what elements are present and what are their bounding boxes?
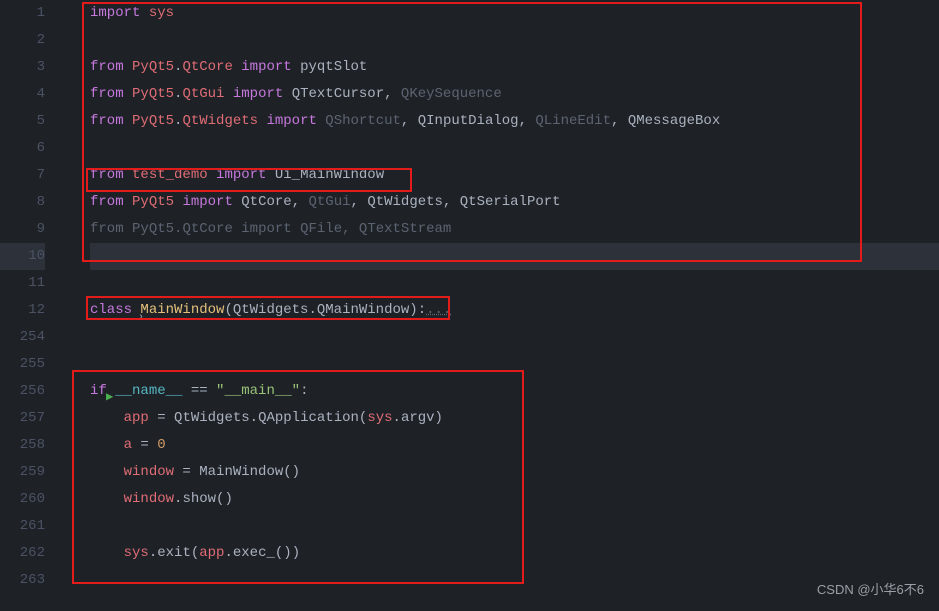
code-line: class MainWindow(QtWidgets.QMainWindow):… [90,297,939,324]
line-number: 9 [0,216,45,243]
line-number: 257 [0,405,45,432]
fold-ellipsis[interactable]: ... [426,302,451,318]
line-number: 261 [0,513,45,540]
watermark-text: CSDN @小华6不6 [817,576,924,603]
code-line [90,324,939,351]
code-line [90,351,939,378]
code-line: from test_demo import Ui_MainWindow [90,162,939,189]
line-number: 263 [0,567,45,594]
code-line [90,135,939,162]
line-number: 258 [0,432,45,459]
line-number: 262 [0,540,45,567]
code-editor[interactable]: 1 2 3 4 5 6 7 8 9 10 11 12 254 255 256 2… [0,0,939,611]
line-number: 4 [0,81,45,108]
line-number: 5 [0,108,45,135]
code-line: from PyQt5.QtCore import pyqtSlot [90,54,939,81]
line-number: 255 [0,351,45,378]
line-number: 7 [0,162,45,189]
code-area[interactable]: ▶ › import sys from PyQt5.QtCore import … [60,0,939,611]
code-line [90,513,939,540]
line-number: 1 [0,0,45,27]
code-line [90,270,939,297]
code-line-current [90,243,939,270]
line-number: 8 [0,189,45,216]
line-number: 12 [0,297,45,324]
code-line: app = QtWidgets.QApplication(sys.argv) [90,405,939,432]
code-line: from PyQt5.QtWidgets import QShortcut, Q… [90,108,939,135]
code-line: from PyQt5.QtGui import QTextCursor, QKe… [90,81,939,108]
code-line: window = MainWindow() [90,459,939,486]
code-line [90,567,939,594]
line-number: 11 [0,270,45,297]
line-number: 10 [0,243,45,270]
line-number: 256 [0,378,45,405]
line-number: 259 [0,459,45,486]
code-line: sys.exit(app.exec_()) [90,540,939,567]
line-number: 6 [0,135,45,162]
line-number: 2 [0,27,45,54]
code-line: a = 0 [90,432,939,459]
code-line: from PyQt5 import QtCore, QtGui, QtWidge… [90,189,939,216]
code-line: import sys [90,0,939,27]
line-number-gutter: 1 2 3 4 5 6 7 8 9 10 11 12 254 255 256 2… [0,0,60,611]
code-line: if __name__ == "__main__": [90,378,939,405]
line-number: 3 [0,54,45,81]
code-line [90,27,939,54]
code-line: window.show() [90,486,939,513]
run-gutter-icon[interactable]: ▶ [106,384,113,411]
fold-chevron-icon[interactable]: › [138,304,144,331]
line-number: 260 [0,486,45,513]
code-line: from PyQt5.QtCore import QFile, QTextStr… [90,216,939,243]
line-number: 254 [0,324,45,351]
